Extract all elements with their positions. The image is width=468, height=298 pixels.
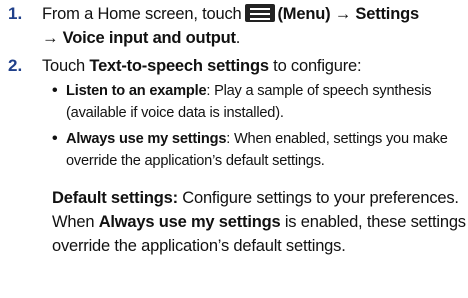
bullet-term: Listen to an example: [66, 83, 207, 99]
step-number: 1.: [8, 4, 23, 23]
bullet-dot: •: [52, 82, 58, 99]
default-settings-term: Default settings:: [52, 189, 178, 207]
bullet-dot: •: [52, 130, 58, 147]
tts-settings-term: Text-to-speech settings: [89, 57, 269, 75]
step-1-line-2: → Voice input and output.: [42, 29, 241, 47]
menu-settings-path: (Menu) → Settings: [277, 5, 420, 23]
step-1-line-1: From a Home screen, touch (Menu) → Settin…: [42, 4, 420, 23]
voice-input-output-path: → Voice input and output: [42, 29, 236, 47]
step-1-text: From a Home screen, touch (Menu) → Settin…: [42, 2, 464, 50]
default-settings-paragraph: Default settings: Configure settings to …: [52, 189, 466, 255]
step-number: 2.: [8, 56, 23, 75]
instruction-document: 1. From a Home screen, touch (Menu) → Set…: [0, 0, 468, 298]
step-2-text: Touch Text-to-speech settings to configu…: [42, 54, 464, 78]
bullet-term: Always use my settings: [66, 131, 227, 147]
step-2-line-1: Touch Text-to-speech settings to configu…: [42, 57, 362, 75]
menu-icon: [244, 4, 275, 22]
